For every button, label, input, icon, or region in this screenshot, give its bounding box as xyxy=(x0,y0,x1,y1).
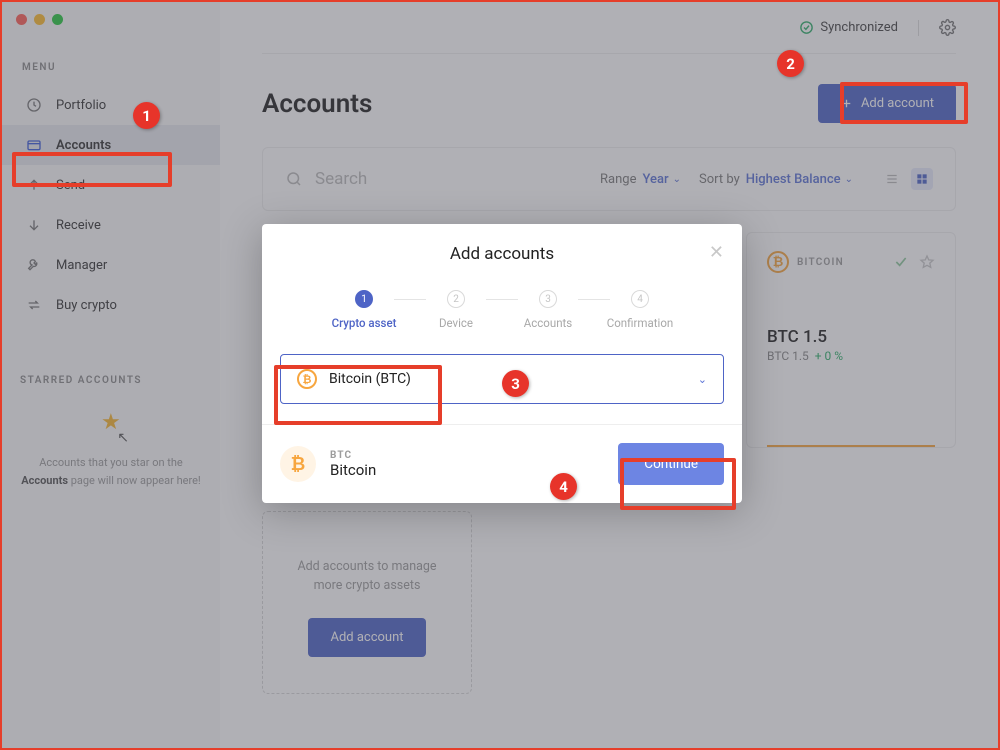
close-icon[interactable]: ✕ xyxy=(709,242,724,263)
annotation-box-4 xyxy=(620,458,736,510)
footer-coin-name: Bitcoin xyxy=(330,461,376,479)
chevron-down-icon: ⌄ xyxy=(698,373,707,386)
bitcoin-icon: ₿ xyxy=(280,446,316,482)
step-label: Crypto asset xyxy=(332,316,397,330)
step-label: Accounts xyxy=(524,316,573,330)
annotation-box-1 xyxy=(12,152,172,187)
annotation-badge-4: 4 xyxy=(550,473,577,500)
step-number-icon: 3 xyxy=(539,290,557,308)
step-label: Device xyxy=(439,316,473,330)
annotation-box-3 xyxy=(274,365,442,425)
annotation-badge-1: 1 xyxy=(133,102,160,129)
annotation-badge-2: 2 xyxy=(777,50,804,77)
step-number-icon: 4 xyxy=(631,290,649,308)
modal-stepper: 1 Crypto asset 2 Device 3 Accounts 4 Con… xyxy=(262,272,742,354)
footer-ticker: BTC xyxy=(330,450,376,461)
step-crypto-asset: 1 Crypto asset xyxy=(314,290,414,330)
annotation-badge-3: 3 xyxy=(502,370,529,397)
modal-title: Add accounts xyxy=(450,244,554,264)
step-label: Confirmation xyxy=(607,316,673,330)
step-number-icon: 2 xyxy=(447,290,465,308)
step-confirmation: 4 Confirmation xyxy=(590,290,690,330)
step-number-icon: 1 xyxy=(355,290,373,308)
step-device: 2 Device xyxy=(406,290,506,330)
annotation-box-2 xyxy=(840,82,968,124)
step-accounts: 3 Accounts xyxy=(498,290,598,330)
